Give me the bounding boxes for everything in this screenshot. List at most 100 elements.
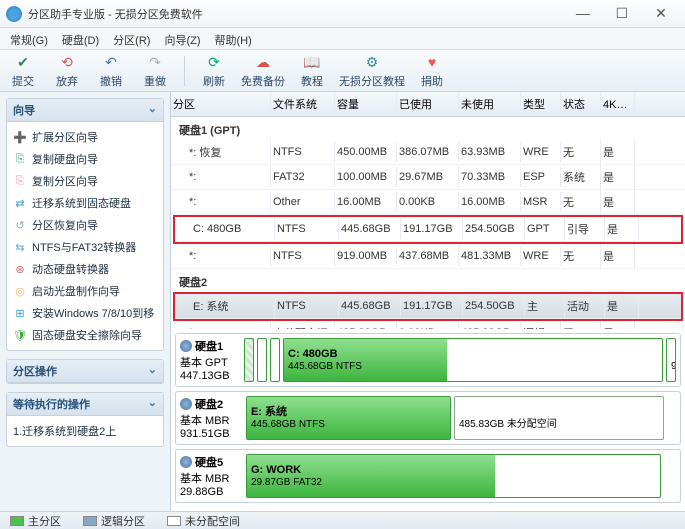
col-header[interactable]: 类型 — [521, 92, 561, 116]
minimize-button[interactable]: — — [565, 5, 601, 21]
wizard-item-icon: ⇄ — [13, 196, 27, 210]
toolbar-撤销[interactable]: ↶撤销 — [94, 52, 128, 89]
toolbar-label: 无损分区教程 — [339, 73, 405, 89]
wizard-item[interactable]: 🛡固态硬盘安全擦除向导 — [9, 324, 161, 346]
table-row[interactable]: *:Other16.00MB0.00KB16.00MBMSR无是 — [171, 190, 685, 215]
partition-bar[interactable]: G: WORK29.87GB FAT32 — [246, 454, 661, 498]
wizard-item-icon: ↺ — [13, 218, 27, 232]
pending-panel: 等待执行的操作⌄ 1.迁移系统到硬盘2上 — [6, 392, 164, 447]
col-header[interactable]: 已使用 — [397, 92, 459, 116]
table-row[interactable]: *未分配空间485.83GB0.00KB485.83GB逻辑无是 — [171, 321, 685, 329]
close-button[interactable]: ✕ — [643, 5, 679, 22]
wizard-item-label: 分区恢复向导 — [32, 217, 98, 233]
toolbar-label: 重做 — [144, 73, 166, 89]
wizard-panel: 向导⌄ ➕扩展分区向导⎘复制硬盘向导⎘复制分区向导⇄迁移系统到固态硬盘↺分区恢复… — [6, 98, 164, 351]
toolbar-icon: ✔ — [13, 52, 33, 72]
disk-sub: 基本 MBR — [180, 412, 240, 428]
wizard-item[interactable]: ⊞安装Windows 7/8/10到移 — [9, 302, 161, 324]
wizard-item[interactable]: ◎启动光盘制作向导 — [9, 280, 161, 302]
disk-map: 硬盘1基本 GPT447.13GB C: 480GB445.68GB NTFS9.… — [171, 329, 685, 511]
partition-bar[interactable]: E: 系统445.68GB NTFS — [246, 396, 451, 440]
legend-unalloc: 未分配空间 — [185, 513, 240, 529]
footer-legend: 主分区 逻辑分区 未分配空间 — [0, 511, 685, 529]
disk-group-title: 硬盘1 (GPT) — [171, 117, 685, 140]
wizard-item[interactable]: ↺ 分区恢复向导 — [9, 214, 161, 236]
partition-bar[interactable]: 485.83GB 未分配空间 — [454, 396, 664, 440]
toolbar-icon: ♥ — [422, 52, 442, 72]
wizard-item-icon: ⇆ — [13, 240, 27, 254]
partition-bar[interactable] — [270, 338, 280, 382]
toolbar-icon: ⟲ — [57, 52, 77, 72]
pending-item[interactable]: 1.迁移系统到硬盘2上 — [9, 420, 161, 442]
disk-name: 硬盘1 — [195, 338, 223, 354]
disk-sub: 基本 GPT — [180, 354, 238, 370]
toolbar-icon: ⟳ — [204, 52, 224, 72]
table-row[interactable]: *:FAT32100.00MB29.67MB70.33MBESP系统是 — [171, 165, 685, 190]
disk-card[interactable]: 硬盘2基本 MBR931.51GBE: 系统445.68GB NTFS485.8… — [175, 391, 681, 445]
toolbar-icon: ↷ — [145, 52, 165, 72]
col-header[interactable]: 容量 — [335, 92, 397, 116]
table-row[interactable]: *: 恢复NTFS450.00MB386.07MB63.93MBWRE无是 — [171, 140, 685, 165]
toolbar-提交[interactable]: ✔提交 — [6, 52, 40, 89]
menu-item[interactable]: 常规(G) — [10, 32, 48, 45]
wizard-item-label: 启动光盘制作向导 — [32, 283, 120, 299]
col-header[interactable]: 状态 — [561, 92, 601, 116]
toolbar-label: 教程 — [301, 73, 323, 89]
wizard-item-label: 复制分区向导 — [32, 173, 98, 189]
wizard-item[interactable]: ⇆NTFS与FAT32转换器 — [9, 236, 161, 258]
toolbar-label: 捐助 — [421, 73, 443, 89]
toolbar-label: 免费备份 — [241, 73, 285, 89]
partition-bar[interactable] — [244, 338, 254, 382]
maximize-button[interactable]: ☐ — [604, 5, 640, 22]
toolbar: ✔提交 ⟲放弃 ↶撤销 ↷重做 ⟳刷新 ☁免费备份 📖教程 ⚙无损分区教程 ♥捐助 — [0, 50, 685, 92]
menu-item[interactable]: 帮助(H) — [215, 32, 252, 45]
disk-size: 447.13GB — [180, 370, 238, 382]
wizard-item[interactable]: ➕扩展分区向导 — [9, 126, 161, 148]
pending-panel-title: 等待执行的操作 — [13, 396, 90, 412]
partition-bar[interactable]: 9. — [666, 338, 676, 382]
menu-item[interactable]: 硬盘(D) — [62, 32, 99, 45]
table-row[interactable]: *:NTFS919.00MB437.68MB481.33MBWRE无是 — [171, 244, 685, 269]
toolbar-icon: ⚙ — [362, 52, 382, 72]
disk-icon — [180, 456, 192, 468]
partition-bar[interactable]: C: 480GB445.68GB NTFS — [283, 338, 663, 382]
toolbar-捐助[interactable]: ♥捐助 — [415, 52, 449, 89]
disk-name: 硬盘2 — [195, 396, 223, 412]
menu-item[interactable]: 分区(R) — [113, 32, 150, 45]
col-header[interactable]: 分区 — [171, 92, 271, 116]
table-row[interactable]: E: 系统NTFS445.68GB191.17GB254.50GB主活动是 — [175, 294, 681, 319]
disk-group-title: 硬盘2 — [171, 269, 685, 292]
partition-bar[interactable] — [257, 338, 267, 382]
legend-logical: 逻辑分区 — [101, 513, 145, 529]
wizard-item[interactable]: ⇄ 迁移系统到固态硬盘 — [9, 192, 161, 214]
wizard-item-label: 安装Windows 7/8/10到移 — [32, 305, 154, 321]
toolbar-label: 提交 — [12, 73, 34, 89]
disk-card[interactable]: 硬盘1基本 GPT447.13GB C: 480GB445.68GB NTFS9. — [175, 333, 681, 387]
toolbar-放弃[interactable]: ⟲放弃 — [50, 52, 84, 89]
menu-item[interactable]: 向导(Z) — [164, 32, 200, 45]
wizard-item[interactable]: ⎘复制硬盘向导 — [9, 148, 161, 170]
col-header[interactable]: 4K对齐 — [601, 92, 635, 116]
col-header[interactable]: 未使用 — [459, 92, 521, 116]
menu-bar: 常规(G) 硬盘(D) 分区(R) 向导(Z) 帮助(H) — [0, 28, 685, 50]
wizard-item[interactable]: ⎘复制分区向导 — [9, 170, 161, 192]
toolbar-icon: ↶ — [101, 52, 121, 72]
toolbar-教程[interactable]: 📖教程 — [295, 52, 329, 89]
toolbar-icon: 📖 — [302, 52, 322, 72]
wizard-item[interactable]: ⊛动态硬盘转换器 — [9, 258, 161, 280]
disk-name: 硬盘5 — [195, 454, 223, 470]
toolbar-无损分区教程[interactable]: ⚙无损分区教程 — [339, 52, 405, 89]
disk-card[interactable]: 硬盘5基本 MBR29.88GBG: WORK29.87GB FAT32 — [175, 449, 681, 503]
grid-header: 分区文件系统容量已使用未使用类型状态4K对齐 — [171, 92, 685, 117]
chevron-down-icon: ⌄ — [148, 363, 157, 379]
toolbar-重做[interactable]: ↷重做 — [138, 52, 172, 89]
toolbar-免费备份[interactable]: ☁免费备份 — [241, 52, 285, 89]
wizard-item-label: 迁移系统到固态硬盘 — [32, 195, 131, 211]
chevron-down-icon: ⌄ — [148, 102, 157, 118]
table-row[interactable]: C: 480GBNTFS445.68GB191.17GB254.50GBGPT引… — [175, 217, 681, 242]
toolbar-label: 放弃 — [56, 73, 78, 89]
col-header[interactable]: 文件系统 — [271, 92, 335, 116]
app-icon — [6, 6, 22, 22]
toolbar-刷新[interactable]: ⟳刷新 — [197, 52, 231, 89]
disk-sub: 基本 MBR — [180, 470, 240, 486]
